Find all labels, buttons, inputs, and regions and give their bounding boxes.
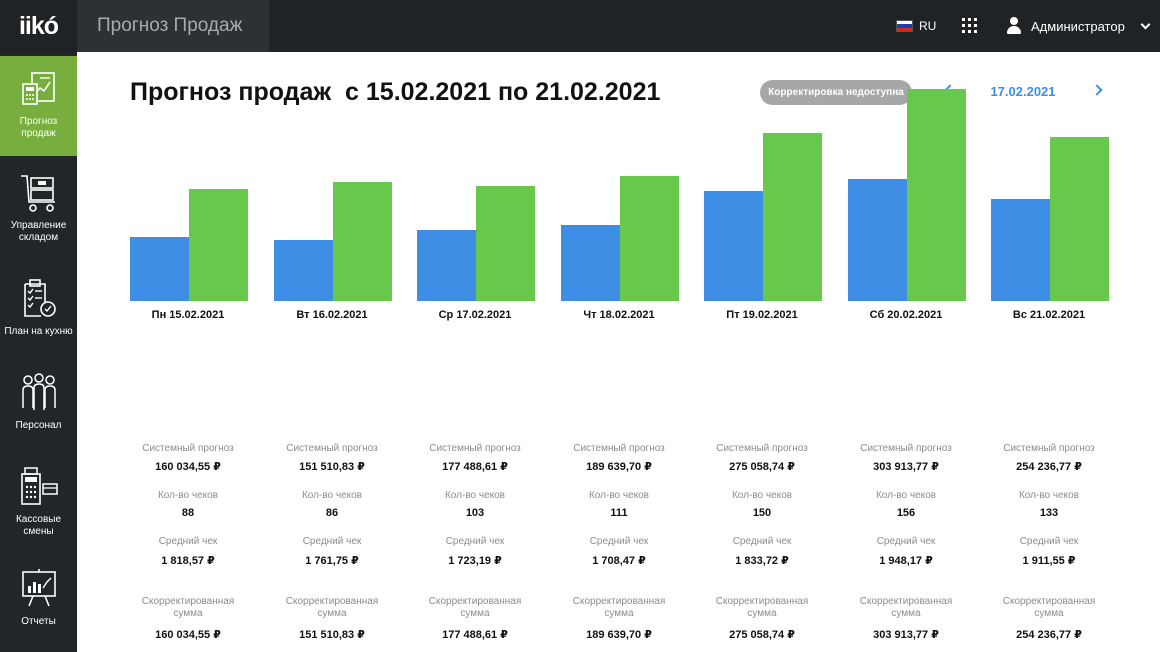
chart-x-label: Пн 15.02.2021 — [151, 309, 225, 321]
chart-bar-adjusted[interactable] — [907, 89, 966, 301]
chart-bar-system-forecast[interactable] — [991, 199, 1050, 301]
system-forecast-value: 177 488,61 ₽ — [442, 461, 508, 473]
checks-count-label: Кол-во чеков — [875, 490, 936, 501]
chart-bar-system-forecast[interactable] — [274, 240, 333, 301]
staff-icon — [21, 373, 56, 410]
adjusted-sum-value[interactable]: 303 913,77 ₽ — [836, 628, 976, 641]
adjusted-sum-label: Скорректированная сумма — [141, 596, 235, 619]
system-forecast-value: 303 913,77 ₽ — [873, 461, 939, 473]
system-forecast-label: Системный прогноз — [573, 443, 665, 454]
average-check-value: 1 723,19 ₽ — [448, 555, 502, 567]
sidebar-item-staff[interactable]: Персонал — [0, 372, 77, 452]
chart-x-label: Вс 21.02.2021 — [1012, 309, 1086, 321]
sidebar-item-label: Отчеты — [21, 616, 56, 627]
checks-count-value: 156 — [896, 507, 916, 519]
chart-bar-adjusted[interactable] — [333, 182, 392, 301]
average-check-value: 1 833,72 ₽ — [735, 555, 789, 567]
chart-x-label: Вт 16.02.2021 — [296, 309, 368, 321]
system-forecast-label: Системный прогноз — [429, 443, 521, 454]
checks-count-label: Кол-во чеков — [588, 490, 649, 501]
chart-bar-adjusted[interactable] — [189, 189, 248, 301]
checks-count-label: Кол-во чеков — [1018, 490, 1079, 501]
chart-x-label: Чт 18.02.2021 — [583, 309, 655, 321]
adjusted-sum-label: Скорректированная сумма — [428, 596, 522, 619]
average-check-value: 1 911,55 ₽ — [1022, 555, 1076, 567]
adjusted-sum-value[interactable]: 151 510,83 ₽ — [262, 628, 402, 641]
system-forecast-label: Системный прогноз — [1003, 443, 1095, 454]
sales-forecast-chart — [130, 89, 1109, 301]
chart-bar-system-forecast[interactable] — [848, 179, 907, 301]
checks-count-label: Кол-во чеков — [731, 490, 792, 501]
average-check-label: Средний чек — [158, 536, 218, 547]
checks-count-value: 88 — [181, 507, 195, 519]
chart-bar-system-forecast[interactable] — [417, 230, 476, 301]
average-check-value: 1 761,75 ₽ — [305, 555, 359, 567]
average-check-label: Средний чек — [445, 536, 505, 547]
system-forecast-label: Системный прогноз — [860, 443, 952, 454]
system-forecast-label: Системный прогноз — [286, 443, 378, 454]
sidebar-item-cash-shifts[interactable]: Кассовые смены — [0, 466, 77, 556]
chart-x-label: Сб 20.02.2021 — [869, 309, 943, 321]
adjusted-sum-label: Скорректированная сумма — [285, 596, 379, 619]
system-forecast-value: 275 058,74 ₽ — [729, 461, 795, 473]
sidebar-item-label: План на кухню — [4, 326, 73, 337]
chart-bar-system-forecast[interactable] — [704, 191, 763, 301]
chart-bar-adjusted[interactable] — [476, 186, 535, 301]
average-check-label: Средний чек — [1019, 536, 1079, 547]
average-check-label: Средний чек — [876, 536, 936, 547]
chart-x-label: Ср 17.02.2021 — [438, 309, 512, 321]
checks-count-label: Кол-во чеков — [301, 490, 362, 501]
adjusted-sum-value[interactable]: 177 488,61 ₽ — [405, 628, 545, 641]
checks-count-label: Кол-во чеков — [157, 490, 218, 501]
chart-bar-system-forecast[interactable] — [130, 237, 189, 301]
system-forecast-label: Системный прогноз — [716, 443, 808, 454]
adjusted-sum-label: Скорректированная сумма — [859, 596, 953, 619]
reports-icon — [21, 569, 56, 607]
average-check-value: 1 948,17 ₽ — [879, 555, 933, 567]
system-forecast-value: 189 639,70 ₽ — [586, 461, 652, 473]
average-check-value: 1 708,47 ₽ — [592, 555, 646, 567]
system-forecast-value: 160 034,55 ₽ — [155, 461, 221, 473]
checks-count-label: Кол-во чеков — [444, 490, 505, 501]
checks-count-value: 103 — [465, 507, 485, 519]
sidebar-item-label: Кассовые смены — [15, 514, 62, 537]
checks-count-value: 86 — [325, 507, 339, 519]
cash-register-icon — [20, 467, 58, 505]
system-forecast-value: 151 510,83 ₽ — [299, 461, 365, 473]
sidebar-item-label: Персонал — [15, 420, 62, 431]
sidebar-item-reports[interactable]: Отчеты — [0, 568, 77, 652]
checks-count-value: 150 — [752, 507, 772, 519]
average-check-label: Средний чек — [732, 536, 792, 547]
adjusted-sum-value[interactable]: 189 639,70 ₽ — [549, 628, 689, 641]
adjusted-sum-label: Скорректированная сумма — [572, 596, 666, 619]
chart-bar-adjusted[interactable] — [620, 176, 679, 301]
system-forecast-label: Системный прогноз — [142, 443, 234, 454]
chart-x-label: Пт 19.02.2021 — [726, 309, 798, 321]
system-forecast-value: 254 236,77 ₽ — [1016, 461, 1082, 473]
average-check-label: Средний чек — [589, 536, 649, 547]
chart-bar-adjusted[interactable] — [1050, 137, 1109, 301]
checks-count-value: 133 — [1039, 507, 1059, 519]
chart-bar-system-forecast[interactable] — [561, 225, 620, 301]
adjusted-sum-label: Скорректированная сумма — [715, 596, 809, 619]
average-check-label: Средний чек — [302, 536, 362, 547]
checks-count-value: 111 — [610, 507, 628, 519]
average-check-value: 1 818,57 ₽ — [161, 555, 215, 567]
adjusted-sum-value[interactable]: 275 058,74 ₽ — [692, 628, 832, 641]
chart-bar-adjusted[interactable] — [763, 133, 822, 301]
adjusted-sum-value[interactable]: 254 236,77 ₽ — [979, 628, 1119, 641]
adjusted-sum-label: Скорректированная сумма — [1002, 596, 1096, 619]
adjusted-sum-value[interactable]: 160 034,55 ₽ — [118, 628, 258, 641]
